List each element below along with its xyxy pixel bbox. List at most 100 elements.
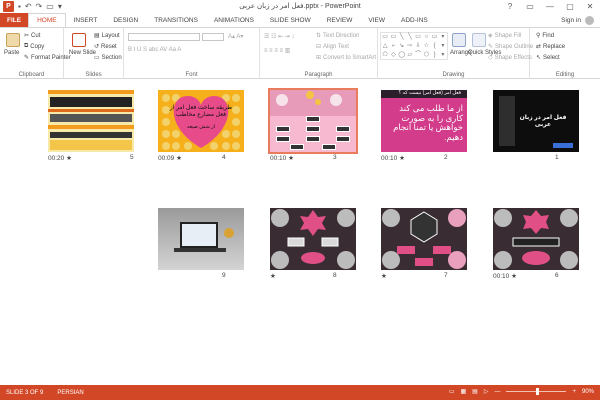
close-button[interactable]: ✕ (580, 0, 600, 13)
shapes-gallery[interactable]: ▭ ▭ ╲ ╲ ▭ ○ ▭ ▾ △ ⌐ ↘ ⇨ ⇩ ☆{▾ ⬠ ◇ ◯ ▱ ⌒ ⬡} ▾ (380, 32, 448, 60)
text-direction-button[interactable]: ⇅ Text Direction (316, 32, 359, 40)
minimize-button[interactable]: — (540, 0, 560, 13)
pen-icon: ✎ (488, 44, 494, 50)
slide-thumbnail-5[interactable] (48, 90, 134, 152)
slides-group: New Slide ▤ Layout ↺ Reset ▭ Section Slides (64, 28, 124, 79)
zoom-level[interactable]: 90% (582, 389, 594, 395)
paragraph-group-label: Paragraph (304, 72, 333, 78)
normal-view-icon[interactable]: ▭ (449, 388, 455, 395)
shape-fill-button[interactable]: ◈ Shape Fill (488, 32, 521, 40)
slide-thumbnail-7[interactable] (381, 208, 467, 270)
slide-3-box (306, 126, 320, 132)
font-size-combo[interactable] (202, 33, 224, 41)
slideshow-view-icon[interactable]: ▷ (484, 388, 489, 395)
ribbon-display-button[interactable]: ▭ (520, 0, 540, 13)
new-slide-icon[interactable] (72, 33, 86, 47)
slide-7-art (382, 209, 466, 269)
copy-button[interactable]: ⧉ Copy (24, 43, 44, 50)
slide-time: 00:09 ★ (158, 155, 182, 162)
layout-icon: ▤ (94, 33, 100, 39)
slide-6-art (494, 209, 578, 269)
language-indicator[interactable]: PERSIAN (57, 390, 83, 396)
slide-1-tag (553, 143, 573, 148)
font-name-combo[interactable] (128, 33, 200, 41)
zoom-in-icon[interactable]: + (572, 389, 576, 395)
section-button[interactable]: ▭ Section (94, 54, 122, 62)
slide-5-text-block (50, 97, 132, 107)
paste-button[interactable]: Paste (4, 50, 19, 56)
font-format-icons[interactable]: B I U S abc AV Aa A (128, 47, 181, 53)
slide-thumbnail-8[interactable] (270, 208, 356, 270)
align-icons[interactable]: ≡ ≡ ≡ ≡ ▥ (264, 47, 290, 54)
shape-outline-label: Shape Outline (495, 43, 534, 50)
quick-styles-icon[interactable] (472, 33, 486, 47)
slide-3-box (290, 144, 304, 150)
slide-sorter-view-icon[interactable]: ▦ (461, 388, 467, 395)
list-icons[interactable]: ☰ ☷ ⇤ ⇥ ↕ (264, 33, 294, 40)
slide-counter: SLIDE 3 OF 9 (6, 389, 44, 396)
ribbon: Paste ✂ Cut ⧉ Copy ✎ Format Painter Clipboa… (0, 27, 600, 79)
slide-thumbnail-1[interactable]: فعل امر در زبان عربی (493, 90, 579, 152)
slide-3-box (322, 144, 336, 150)
tab-home[interactable]: HOME (28, 13, 66, 27)
help-button[interactable]: ? (500, 0, 520, 13)
tab-review[interactable]: REVIEW (319, 13, 361, 27)
convert-smartart-label: Convert to SmartArt (323, 54, 377, 61)
copy-icon: ⧉ (24, 43, 29, 49)
tab-design[interactable]: DESIGN (105, 13, 146, 27)
slide-9-laptop (180, 222, 218, 248)
slide-3-box (276, 136, 290, 142)
arrange-icon[interactable] (452, 33, 466, 47)
tab-transitions[interactable]: TRANSITIONS (146, 13, 206, 27)
maximize-button[interactable]: ▢ (560, 0, 580, 13)
align-text-button[interactable]: ⊟ Align Text (316, 43, 349, 51)
slide-1-title: فعل امر در زبان عربی (519, 115, 567, 128)
find-label: Find (542, 32, 555, 39)
layout-label: Layout (101, 32, 120, 39)
find-button[interactable]: ⚲ Find (536, 32, 555, 40)
new-slide-button[interactable]: New Slide (69, 50, 96, 56)
grow-font-icon[interactable]: A▴ A▾ (228, 33, 243, 40)
slide-3-box (306, 136, 320, 142)
slide-number: 2 (444, 154, 448, 161)
paste-icon[interactable] (6, 33, 20, 47)
cut-button[interactable]: ✂ Cut (24, 32, 40, 40)
layout-button[interactable]: ▤ Layout (94, 32, 120, 40)
convert-smartart-button[interactable]: ⊞ Convert to SmartArt (316, 54, 377, 62)
slide-thumbnail-2[interactable]: فعل امر (فعل امر) نیست که ؟ از ما طلب می… (381, 90, 467, 152)
tab-add-ins[interactable]: ADD-INS (393, 13, 436, 27)
drawing-group: ▭ ▭ ╲ ╲ ▭ ○ ▭ ▾ △ ⌐ ↘ ⇨ ⇩ ☆{▾ ⬠ ◇ ◯ ▱ ⌒ ⬡} ▾ Arrange Quick… (378, 28, 534, 79)
zoom-slider-handle[interactable] (536, 388, 540, 395)
scissors-icon: ✂ (24, 33, 30, 39)
slide-time: ★ (381, 273, 387, 280)
tab-file[interactable]: FILE (0, 13, 29, 27)
shape-outline-button[interactable]: ✎ Shape Outline (488, 43, 534, 51)
slide-thumbnail-3[interactable] (268, 88, 358, 154)
reading-view-icon[interactable]: ▤ (472, 388, 478, 395)
tab-slide-show[interactable]: SLIDE SHOW (262, 13, 319, 27)
slide-thumbnail-9[interactable] (158, 208, 244, 270)
slide-thumbnail-6[interactable] (493, 208, 579, 270)
ribbon-tabs: FILE HOME INSERT DESIGN TRANSITIONS ANIM… (0, 13, 600, 27)
slide-5-text-block (50, 132, 132, 138)
align-text-icon: ⊟ (316, 44, 322, 50)
slide-thumbnail-4[interactable]: طریقه ساخت فعل امر از فعل مضارع مخاطب از… (158, 90, 244, 152)
copy-label: Copy (30, 43, 45, 50)
tab-insert[interactable]: INSERT (66, 13, 106, 27)
zoom-slider[interactable] (506, 388, 567, 395)
zoom-out-icon[interactable]: — (494, 389, 500, 395)
tab-animations[interactable]: ANIMATIONS (206, 13, 262, 27)
align-text-label: Align Text (323, 43, 349, 50)
select-button[interactable]: ↖ Select (536, 54, 560, 62)
slide-3-decor (276, 91, 342, 106)
smartart-icon: ⊞ (316, 55, 322, 61)
shape-effects-button[interactable]: ◇ Shape Effects (488, 54, 532, 62)
slide-5-text-block (50, 114, 132, 122)
slide-4-title: طریقه ساخت فعل امر از فعل مضارع مخاطب (169, 105, 233, 118)
replace-button[interactable]: ⇄ Replace (536, 43, 565, 51)
tab-view[interactable]: VIEW (360, 13, 393, 27)
reset-button[interactable]: ↺ Reset (94, 43, 117, 51)
slide-time: ★ (270, 273, 276, 280)
section-icon: ▭ (94, 55, 100, 61)
sign-in[interactable]: Sign in (561, 16, 594, 25)
